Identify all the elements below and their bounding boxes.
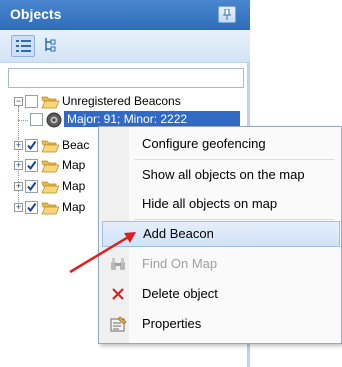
annotation-arrow [69, 232, 136, 274]
